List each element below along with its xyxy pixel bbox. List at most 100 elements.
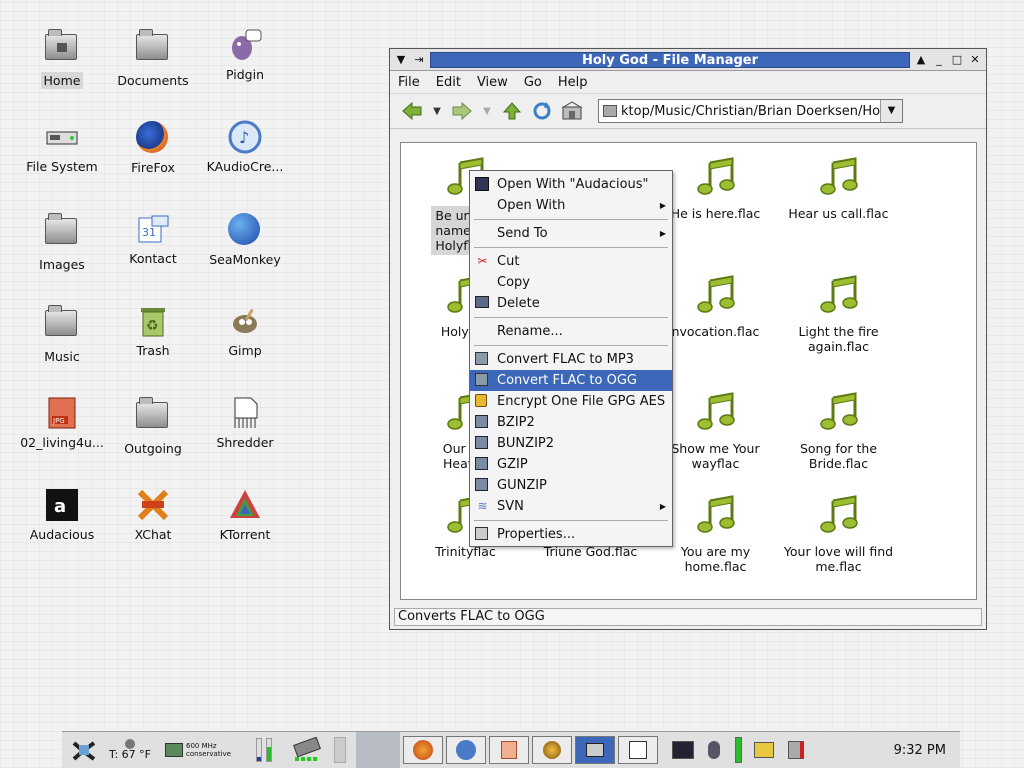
volume-icon[interactable] — [702, 735, 726, 765]
submenu-arrow-icon: ▶ — [659, 502, 666, 511]
desktop-icon-label: Pidgin — [225, 67, 264, 82]
menu-item-convert-flac-to-mp3[interactable]: Convert FLAC to MP3 — [470, 349, 672, 370]
archive-icon — [475, 457, 490, 472]
desktop-icon[interactable]: Gimp — [200, 304, 290, 362]
menu-item-gzip[interactable]: GZIP — [470, 454, 672, 475]
toolbar: ▼ ▼ ktop/Music/Christian/Brian Doerksen/… — [390, 93, 986, 129]
cpu-speed-label: 600 MHz — [186, 742, 217, 750]
cpu-governor-label: conservative — [186, 750, 231, 758]
menu-item-svn[interactable]: ≋ SVN ▶ — [470, 496, 672, 517]
location-dropdown-button[interactable]: ▼ — [880, 100, 902, 122]
desktop-icon[interactable]: XChat — [108, 488, 198, 546]
menu-item-properties[interactable]: Properties... — [470, 524, 672, 545]
lock-screen-icon[interactable] — [750, 735, 778, 765]
desktop-icon-label: Images — [39, 257, 85, 272]
desktop-icon[interactable]: Music — [17, 304, 107, 368]
desktop-icon[interactable]: JPG 02_living4u... — [17, 396, 107, 454]
menu-edit[interactable]: Edit — [436, 75, 461, 90]
svg-text:a: a — [54, 496, 66, 517]
menu-item-rename[interactable]: Rename... — [470, 321, 672, 342]
desktop-icon[interactable]: Outgoing — [108, 396, 198, 460]
file-name: Your love will find me.flac — [783, 544, 894, 574]
menu-item-open-with-audacious[interactable]: Open With "Audacious" — [470, 174, 672, 195]
menu-item-delete[interactable]: Delete — [470, 293, 672, 314]
desktop-icon[interactable]: SeaMonkey — [200, 212, 290, 271]
task-kwrite-button[interactable] — [618, 736, 658, 764]
shade-icon[interactable]: ▲ — [914, 53, 928, 67]
close-icon[interactable]: ✕ — [968, 53, 982, 67]
menu-item-encrypt-one-file-gpg-aes[interactable]: Encrypt One File GPG AES — [470, 391, 672, 412]
minimize-icon[interactable]: _ — [932, 53, 946, 67]
pager[interactable] — [330, 735, 350, 765]
desktop-icon[interactable]: ♪ KAudioCre... — [200, 120, 290, 178]
desktop-icon[interactable]: KTorrent — [200, 488, 290, 546]
scissors-icon: ✂ — [477, 254, 488, 268]
home-button[interactable] — [560, 99, 584, 123]
up-arrow-icon — [502, 102, 522, 120]
archive-icon — [475, 415, 490, 430]
up-button[interactable] — [500, 99, 524, 123]
gimp-icon — [228, 304, 262, 338]
desktop-icon-label: XChat — [134, 527, 172, 542]
globe-icon — [543, 741, 561, 759]
menu-view[interactable]: View — [477, 75, 508, 90]
music-file-icon — [776, 275, 901, 324]
reload-button[interactable] — [530, 99, 554, 123]
kontact-icon: 31 — [136, 212, 170, 246]
desktop-icon[interactable]: Images — [17, 212, 107, 276]
location-input[interactable]: ktop/Music/Christian/Brian Doerksen/Holy… — [617, 104, 880, 119]
menu-item-bunzip2[interactable]: BUNZIP2 — [470, 433, 672, 454]
temperature-monitor: T: 67 °F — [106, 735, 154, 765]
desktop-pager[interactable] — [356, 732, 400, 768]
lock-icon — [475, 394, 490, 409]
menu-item-gunzip[interactable]: GUNZIP — [470, 475, 672, 496]
menu-go[interactable]: Go — [524, 75, 542, 90]
maximize-icon[interactable]: □ — [950, 53, 964, 67]
menu-file[interactable]: File — [398, 75, 420, 90]
forward-history-button[interactable]: ▼ — [480, 99, 494, 123]
desktop-icon[interactable]: FireFox — [108, 120, 198, 179]
desktop-icon[interactable]: 31 Kontact — [108, 212, 198, 270]
kde-menu-icon[interactable] — [66, 735, 102, 765]
pin-icon[interactable]: ⇥ — [412, 53, 426, 67]
desktop-icon[interactable]: a Audacious — [17, 488, 107, 546]
file-item[interactable]: Song for the Bride.flac — [776, 392, 901, 471]
title-bar[interactable]: ▼ ⇥ Holy God - File Manager ▲ _ □ ✕ — [390, 49, 986, 71]
file-name: You are my home.flac — [680, 544, 751, 574]
menu-item-send-to[interactable]: Send To ▶ — [470, 223, 672, 244]
logout-icon[interactable] — [782, 735, 810, 765]
menu-help[interactable]: Help — [558, 75, 588, 90]
window-menu-icon[interactable]: ▼ — [394, 53, 408, 67]
task-firefox-button[interactable] — [403, 736, 443, 764]
menu-item-cut[interactable]: ✂ Cut — [470, 251, 672, 272]
back-button[interactable] — [400, 99, 424, 123]
desktop-icon[interactable]: Pidgin — [200, 28, 290, 86]
desktop-icon[interactable]: Documents — [108, 28, 198, 92]
task-editor-button[interactable] — [489, 736, 529, 764]
menu-item-bzip2[interactable]: BZIP2 — [470, 412, 672, 433]
terminal-icon[interactable] — [668, 735, 698, 765]
task-file-manager-button[interactable] — [575, 736, 615, 764]
file-item[interactable]: Your love will find me.flac — [776, 495, 901, 574]
battery-icon[interactable] — [290, 735, 326, 765]
firefox-icon — [413, 740, 433, 760]
desktop-icon[interactable]: File System — [17, 120, 107, 178]
task-app-button[interactable] — [532, 736, 572, 764]
menu-item-convert-flac-to-ogg[interactable]: Convert FLAC to OGG — [470, 370, 672, 391]
clock[interactable]: 9:32 PM — [894, 735, 946, 765]
audacious-icon — [475, 177, 490, 192]
reload-icon — [533, 102, 551, 120]
forward-button[interactable] — [450, 99, 474, 123]
file-item[interactable]: Hear us call.flac — [776, 157, 901, 221]
task-kaudiocreator-button[interactable] — [446, 736, 486, 764]
archive-icon — [475, 478, 490, 493]
desktop-icon[interactable]: Shredder — [200, 396, 290, 454]
file-item[interactable]: Light the fire again.flac — [776, 275, 901, 354]
back-history-button[interactable]: ▼ — [430, 99, 444, 123]
desktop-icon[interactable]: Home — [17, 28, 107, 92]
cpu-frequency: 600 MHz conservative — [158, 735, 238, 765]
menu-item-copy[interactable]: Copy — [470, 272, 672, 293]
location-bar[interactable]: ktop/Music/Christian/Brian Doerksen/Holy… — [598, 99, 903, 123]
menu-item-open-with[interactable]: Open With ▶ — [470, 195, 672, 216]
desktop-icon[interactable]: ♻ Trash — [108, 304, 198, 362]
